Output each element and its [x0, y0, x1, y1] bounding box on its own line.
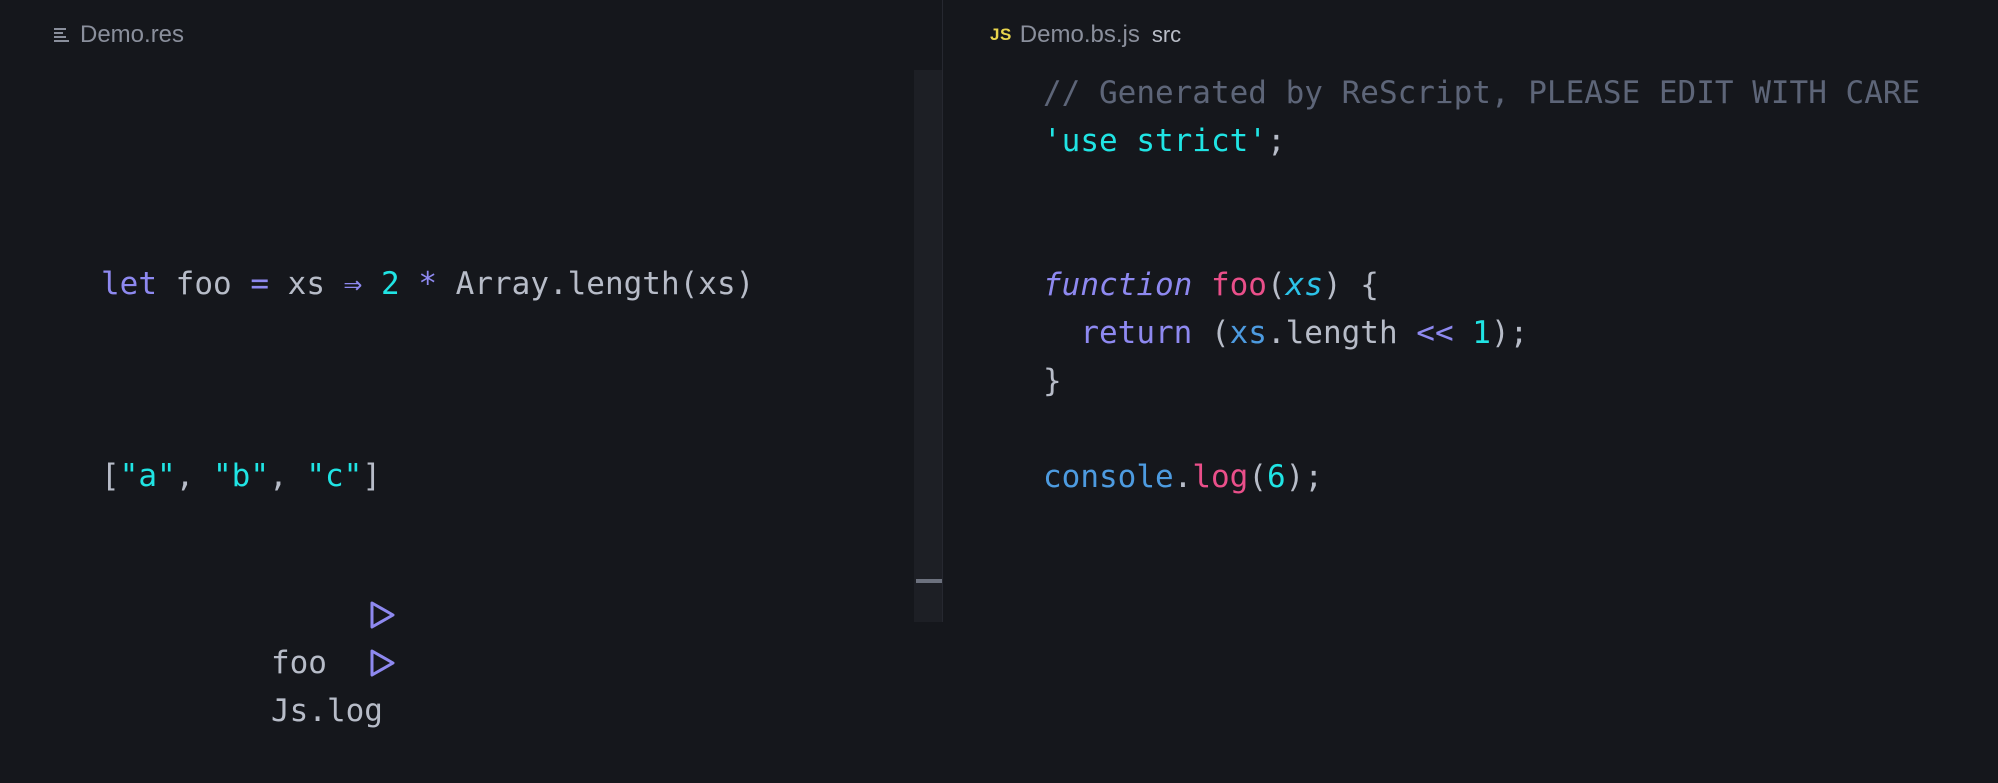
code-line-array: ["a", "b", "c"]	[101, 452, 381, 500]
output-label: Js.log	[270, 693, 383, 729]
code-line-close-brace: }	[1043, 363, 1062, 399]
bracket-open: [	[101, 458, 120, 494]
string-a: "a"	[119, 458, 176, 494]
paren-open: (	[1248, 459, 1267, 495]
number-1: 1	[1453, 315, 1491, 351]
shift-operator: <<	[1416, 315, 1454, 351]
comma: ,	[269, 458, 307, 494]
property-length: .length	[1266, 315, 1417, 351]
tab-filename: Demo.res	[80, 21, 185, 48]
number-2: 2	[362, 266, 419, 302]
string-c: "c"	[306, 458, 363, 494]
string-b: "b"	[213, 458, 269, 494]
vertical-scrollbar[interactable]	[914, 70, 942, 622]
semicolon: ;	[1266, 123, 1286, 159]
param-xs: xs	[1285, 267, 1323, 303]
paren-close: );	[1285, 459, 1323, 495]
tab-demo-res[interactable]: Demo.res	[52, 18, 184, 52]
output-item-js-log[interactable]: Js.log	[101, 548, 395, 783]
paren-open: (	[1266, 267, 1286, 303]
identifier-console: console	[1043, 459, 1174, 495]
code-line-use-strict: 'use strict';	[1043, 117, 1286, 165]
string-use-strict: 'use strict'	[1043, 123, 1267, 159]
js-file-icon: JS	[990, 25, 1012, 44]
arrow-operator: ⇒	[343, 266, 363, 302]
paren-close-brace: ) {	[1322, 267, 1379, 303]
bracket-close: ]	[362, 458, 381, 494]
keyword-return: return	[1080, 315, 1193, 351]
param-xs: xs	[269, 266, 344, 302]
number-6: 6	[1267, 459, 1286, 495]
right-editor-pane: JS Demo.bs.js src // Generated by ReScri…	[943, 0, 1998, 622]
tab-directory: src	[1151, 22, 1182, 47]
paren-close: );	[1490, 315, 1529, 351]
array-length-call: Array.length(xs)	[437, 266, 755, 302]
equals-operator: =	[250, 266, 269, 302]
tab-filename: Demo.bs.js	[1019, 21, 1140, 48]
code-line-comment: // Generated by ReScript, PLEASE EDIT WI…	[1043, 75, 1921, 111]
dot: .	[1173, 459, 1193, 495]
left-editor-pane: Demo.res let foo = xs ⇒ 2 * Array.length…	[0, 0, 942, 729]
function-log: log	[1192, 459, 1249, 495]
code-line-console-log: console.log(6);	[1043, 453, 1323, 501]
javascript-code[interactable]: // Generated by ReScript, PLEASE EDIT WI…	[1043, 69, 1920, 645]
multiply-operator: *	[418, 266, 437, 302]
identifier-xs: xs	[1229, 315, 1267, 351]
keyword-let: let	[101, 266, 157, 302]
document-lines-icon	[52, 26, 72, 44]
rescript-code[interactable]: let foo = xs ⇒ 2 * Array.length(xs) ["a"…	[101, 260, 754, 729]
code-line-let-foo: let foo = xs ⇒ 2 * Array.length(xs)	[101, 260, 754, 308]
scrollbar-thumb[interactable]	[916, 579, 942, 583]
keyword-function: function	[1043, 267, 1193, 303]
identifier-foo: foo	[157, 266, 251, 302]
comma: ,	[175, 458, 213, 494]
tab-demo-bs-js[interactable]: JS Demo.bs.js src	[990, 18, 1181, 52]
paren-open: (	[1192, 315, 1230, 351]
function-name-foo: foo	[1210, 267, 1267, 303]
code-line-return: return (xs.length << 1);	[1043, 309, 1528, 357]
code-line-function: function foo(xs) {	[1043, 261, 1379, 309]
